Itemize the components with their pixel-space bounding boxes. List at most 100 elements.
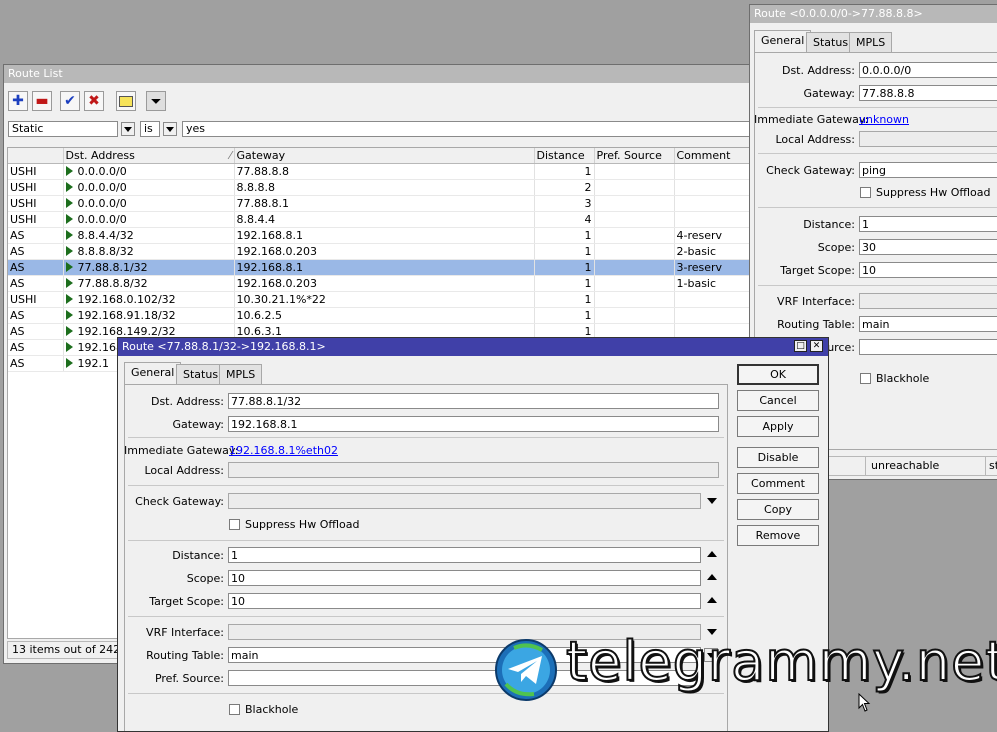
route-table-header: Dst. Address ⁄ Gateway Distance Pref. Sou…	[8, 148, 759, 164]
tab-mpls[interactable]: MPLS	[849, 32, 893, 52]
table-row[interactable]: USHI 0.0.0.0/0 8.8.4.4 4	[8, 211, 759, 228]
distance-collapse-icon[interactable]	[707, 551, 717, 557]
target-scope-field[interactable]	[228, 593, 701, 609]
route-gateway-cell-text: 192.168.8.1	[236, 229, 303, 242]
target-scope-collapse-icon[interactable]	[707, 597, 717, 603]
route-gateway-cell-text: 192.168.0.203	[236, 245, 317, 258]
table-row[interactable]: USHI 0.0.0.0/0 77.88.8.8 1	[8, 163, 759, 180]
table-row[interactable]: AS 77.88.8.8/32 192.168.0.203 1 1-basic	[8, 275, 759, 292]
local-address-field[interactable]	[228, 462, 719, 478]
tab-status[interactable]: Status	[176, 364, 226, 384]
pref-source-field[interactable]	[859, 339, 997, 355]
filter-field-dropdown[interactable]	[121, 122, 135, 136]
route-back-titlebar[interactable]: Route <0.0.0.0/0->77.88.8.8>	[750, 5, 997, 23]
table-row[interactable]: AS 8.8.4.4/32 192.168.8.1 1 4-reserv	[8, 227, 759, 244]
filter-operator-select[interactable]: is	[140, 121, 160, 137]
route-pref-source-cell	[594, 211, 675, 228]
route-dst-address-cell: 8.8.8.8/32	[63, 243, 235, 260]
table-row[interactable]: AS 8.8.8.8/32 192.168.0.203 1 2-basic	[8, 243, 759, 260]
filter-value-input[interactable]: yes	[182, 121, 757, 137]
route-flags-cell: AS	[8, 259, 64, 276]
tab-general[interactable]: General	[124, 362, 182, 384]
gateway-field[interactable]	[228, 416, 719, 432]
separator	[128, 540, 724, 541]
column-header-dst-address[interactable]: Dst. Address ⁄	[63, 148, 235, 164]
disable-button[interactable]: ✖	[84, 91, 104, 111]
enable-button[interactable]: ✔	[60, 91, 80, 111]
filter-field-select[interactable]: Static	[8, 121, 118, 137]
route-active-icon	[65, 310, 73, 320]
add-button[interactable]: ✚	[8, 91, 28, 111]
table-row[interactable]: AS 192.168.91.18/32 10.6.2.5 1	[8, 307, 759, 324]
table-row[interactable]: AS 77.88.8.1/32 192.168.8.1 1 3-reserv	[8, 259, 759, 276]
maximize-button[interactable]: □	[794, 340, 807, 352]
target-scope-field[interactable]	[859, 262, 997, 278]
check-gateway-field[interactable]	[228, 493, 701, 509]
distance-label: Distance:	[803, 218, 855, 231]
tab-status[interactable]: Status	[806, 32, 856, 52]
ok-button[interactable]: OK	[737, 364, 819, 385]
check-gateway-dropdown-icon[interactable]	[707, 498, 717, 504]
dst-address-field[interactable]	[859, 62, 997, 78]
route-flags-cell-text: AS	[10, 341, 25, 354]
route-distance-cell-text: 1	[584, 229, 592, 242]
immediate-gateway-link[interactable]: unknown	[859, 113, 909, 126]
route-gateway-cell: 192.168.8.1	[234, 227, 535, 244]
comment-icon	[119, 96, 133, 107]
route-flags-cell-text: AS	[10, 357, 25, 370]
route-distance-cell-text: 2	[584, 181, 592, 194]
distance-field[interactable]	[228, 547, 701, 563]
suppress-hw-offload-checkbox[interactable]	[229, 519, 240, 530]
remove-button[interactable]: Remove	[737, 525, 819, 546]
column-header-comment[interactable]: Comment	[674, 148, 759, 164]
route-active-icon	[65, 342, 73, 352]
suppress-hw-offload-checkbox[interactable]	[860, 187, 871, 198]
scope-field[interactable]	[228, 570, 701, 586]
filter-button[interactable]: ⏷	[146, 91, 166, 111]
remove-button[interactable]: ▬	[32, 91, 52, 111]
route-active-icon	[65, 166, 73, 176]
vrf-interface-field[interactable]	[859, 293, 997, 309]
route-comment-cell: 3-reserv	[674, 259, 759, 276]
blackhole-checkbox[interactable]	[860, 373, 871, 384]
tab-general[interactable]: General	[754, 30, 812, 52]
check-gateway-field[interactable]	[859, 162, 997, 178]
copy-button[interactable]: Copy	[737, 499, 819, 520]
local-address-label: Local Address:	[775, 133, 855, 146]
tab-mpls[interactable]: MPLS	[219, 364, 263, 384]
filter-operator-value: is	[144, 122, 153, 135]
blackhole-checkbox[interactable]	[229, 704, 240, 715]
distance-field[interactable]	[859, 216, 997, 232]
column-header-pref-source[interactable]: Pref. Source	[594, 148, 675, 164]
table-row[interactable]: USHI 192.168.0.102/32 10.30.21.1%*22 1	[8, 291, 759, 308]
route-list-titlebar[interactable]: Route List	[4, 65, 762, 83]
column-header-gateway[interactable]: Gateway	[234, 148, 535, 164]
route-dst-address-cell-text: 8.8.8.8/32	[77, 245, 134, 258]
apply-button[interactable]: Apply	[737, 416, 819, 437]
route-dst-address-cell-text: 0.0.0.0/0	[77, 165, 127, 178]
close-button[interactable]: ✕	[810, 340, 823, 352]
table-row[interactable]: USHI 0.0.0.0/0 8.8.8.8 2	[8, 179, 759, 196]
column-header-distance[interactable]: Distance	[534, 148, 595, 164]
scope-collapse-icon[interactable]	[707, 574, 717, 580]
route-active-icon	[65, 278, 73, 288]
immediate-gateway-link[interactable]: 192.168.8.1%eth02	[229, 444, 338, 457]
cancel-button[interactable]: Cancel	[737, 390, 819, 411]
route-front-titlebar[interactable]: Route <77.88.8.1/32->192.168.8.1>	[118, 338, 828, 356]
route-gateway-cell-text: 192.168.8.1	[236, 261, 303, 274]
route-flags-cell: USHI	[8, 179, 64, 196]
comment-button[interactable]	[116, 91, 136, 111]
table-row[interactable]: USHI 0.0.0.0/0 77.88.8.1 3	[8, 195, 759, 212]
comment-button[interactable]: Comment	[737, 473, 819, 494]
gateway-field[interactable]	[859, 85, 997, 101]
routing-table-field[interactable]	[859, 316, 997, 332]
column-header-flags[interactable]	[8, 148, 64, 164]
filter-operator-dropdown[interactable]	[163, 122, 177, 136]
local-address-field[interactable]	[859, 131, 997, 147]
scope-field[interactable]	[859, 239, 997, 255]
separator	[758, 107, 997, 108]
dst-address-field[interactable]	[228, 393, 719, 409]
sort-icon: ⁄	[229, 149, 232, 162]
route-distance-cell-text: 1	[584, 309, 592, 322]
disable-button[interactable]: Disable	[737, 447, 819, 468]
